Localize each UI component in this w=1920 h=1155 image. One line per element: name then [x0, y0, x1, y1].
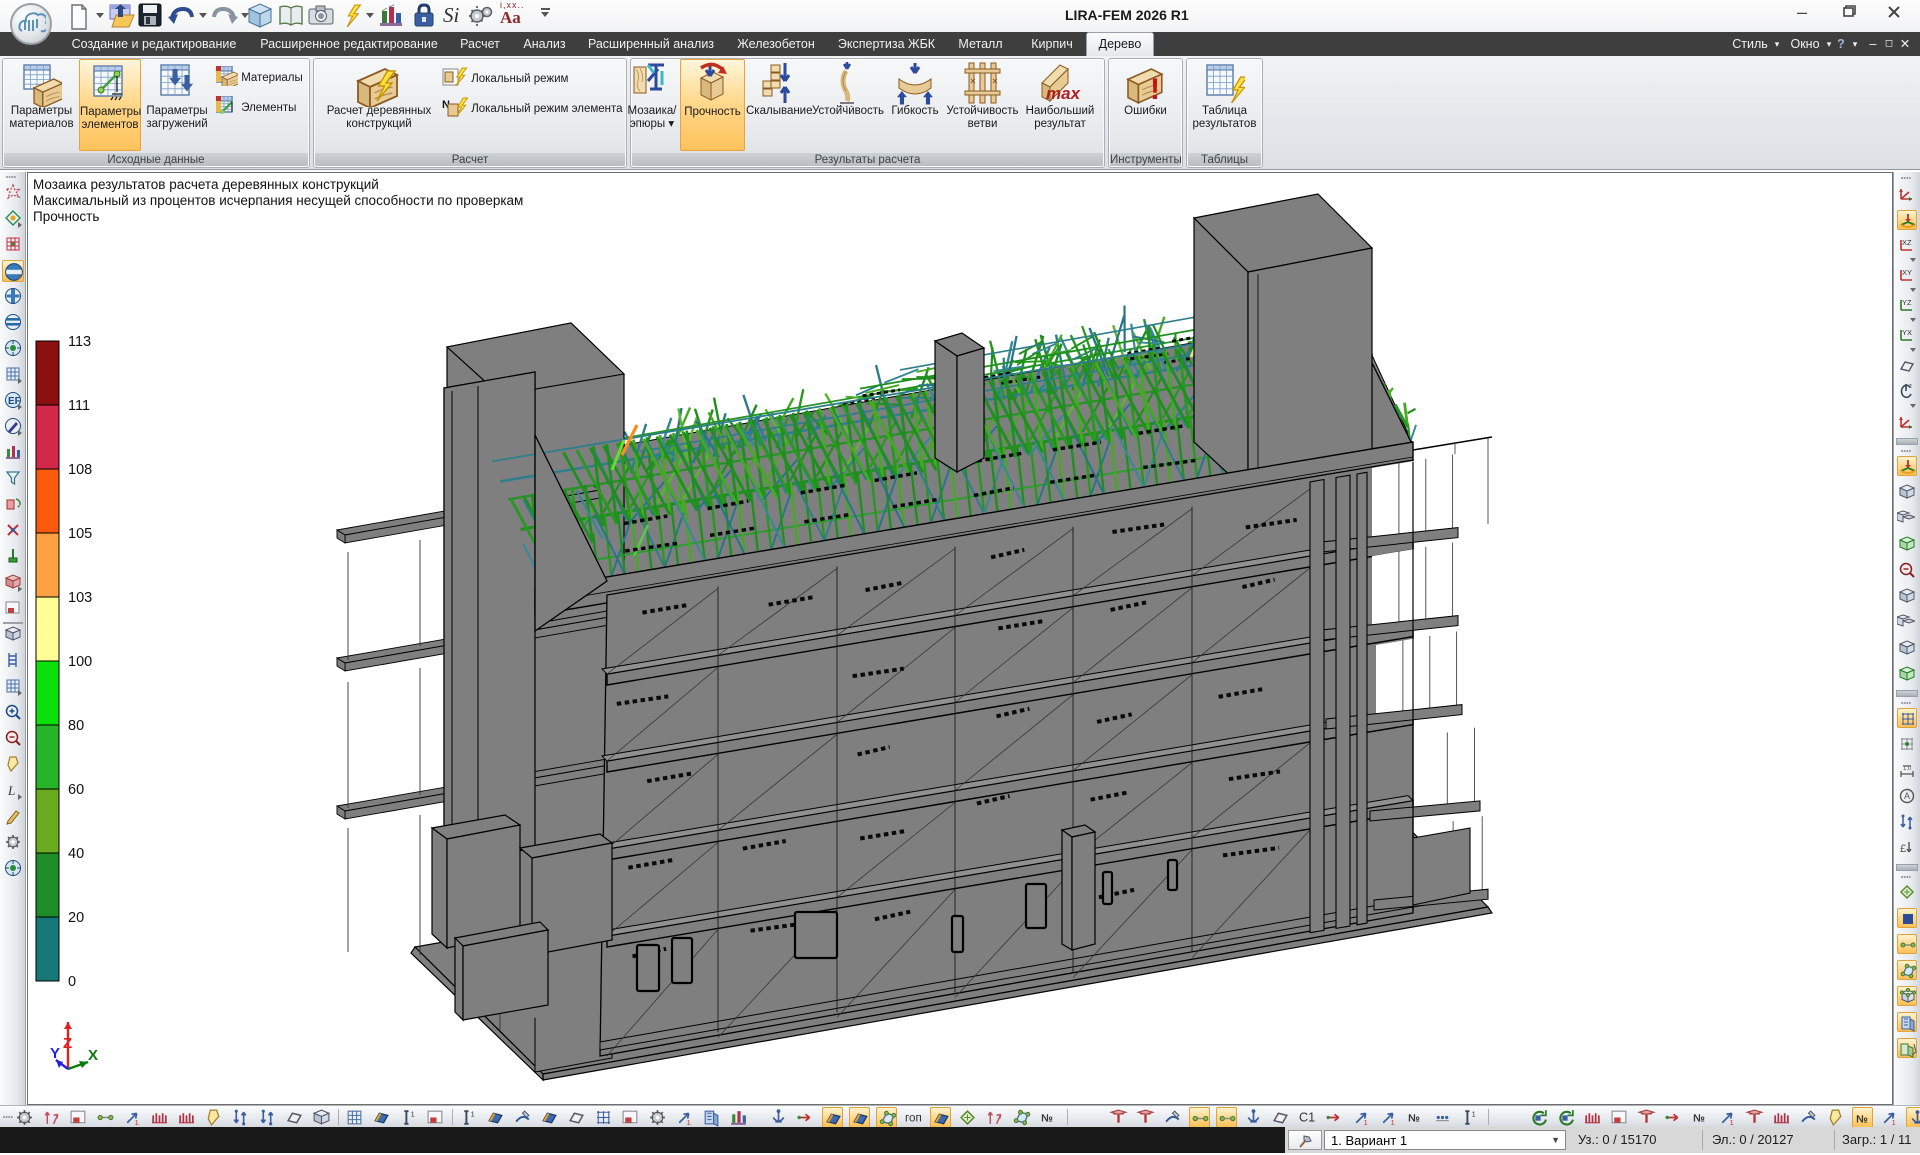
svg-text:XZ: XZ: [1902, 238, 1912, 247]
svg-text:Z: Z: [63, 1035, 72, 1052]
svg-text:1.0: 1.0: [1903, 766, 1912, 772]
svg-text:Максимальный из процентов исче: Максимальный из процентов исчерпания нес…: [33, 193, 523, 208]
svg-text:z: z: [1909, 384, 1912, 390]
svg-text:1: 1: [1391, 1118, 1395, 1127]
svg-text:max: max: [1046, 84, 1082, 103]
svg-text:C1: C1: [1299, 1111, 1315, 1125]
svg-text:1: 1: [1364, 1118, 1368, 1127]
svg-text:X: X: [88, 1047, 98, 1064]
svg-text:1: 1: [135, 1118, 139, 1127]
svg-text:Мозаика результатов расчета де: Мозаика результатов расчета деревянных к…: [33, 177, 379, 192]
svg-text:1: 1: [1472, 1109, 1476, 1118]
svg-text:A: A: [1904, 791, 1910, 801]
svg-text:£: £: [1900, 843, 1906, 855]
svg-text:!: !: [1150, 73, 1160, 106]
svg-text:105: 105: [68, 526, 92, 542]
svg-text:Прочность: Прочность: [33, 209, 99, 224]
svg-text:100: 100: [68, 654, 92, 670]
svg-text:YX: YX: [1902, 328, 1912, 337]
svg-text:60: 60: [68, 782, 84, 798]
svg-text:1: 1: [411, 1109, 415, 1118]
svg-text:1: 1: [1730, 1118, 1734, 1127]
svg-text:№: №: [1856, 1114, 1868, 1126]
svg-text:113: 113: [68, 334, 91, 350]
svg-text:XY: XY: [1902, 268, 1912, 277]
svg-text:1: 1: [687, 1118, 691, 1127]
svg-text:0: 0: [68, 974, 76, 990]
svg-text:№: №: [1408, 1113, 1420, 1125]
svg-text:40: 40: [68, 846, 84, 862]
svg-text:108: 108: [68, 462, 92, 478]
svg-text:103: 103: [68, 590, 92, 606]
svg-text:20: 20: [68, 910, 84, 926]
svg-text:№: №: [1693, 1113, 1705, 1125]
svg-text:1: 1: [471, 1109, 475, 1118]
svg-text:№: №: [1041, 1113, 1053, 1125]
svg-text:111: 111: [68, 398, 90, 414]
svg-text:гоп: гоп: [905, 1112, 922, 1125]
svg-text:YZ: YZ: [1902, 298, 1912, 307]
svg-text:L: L: [7, 783, 15, 798]
svg-text:Y: Y: [50, 1045, 60, 1062]
svg-text:1: 1: [1892, 1118, 1896, 1127]
svg-text:80: 80: [68, 718, 84, 734]
